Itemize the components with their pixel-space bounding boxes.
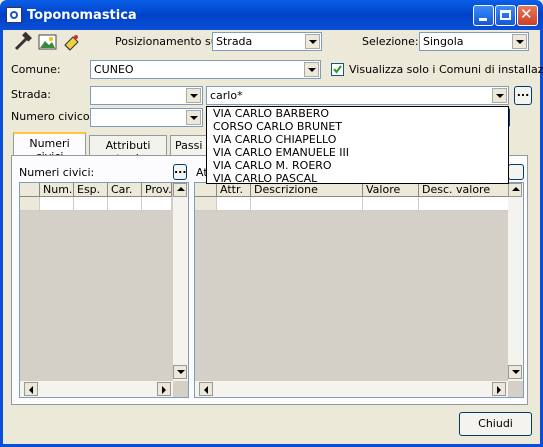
numero-label: Numero civico: <box>11 110 94 123</box>
strada-dropdown-list[interactable]: VIA CARLO BARBERO CORSO CARLO BRUNET VIA… <box>206 106 509 185</box>
maximize-icon <box>500 10 511 20</box>
column-header[interactable]: Num. <box>40 183 74 197</box>
scroll-left-button[interactable] <box>199 382 213 396</box>
selection-value: Singola <box>423 35 464 48</box>
grid-cell[interactable] <box>142 197 172 211</box>
checkmark-icon <box>333 65 342 74</box>
arrow-right-icon <box>497 386 501 394</box>
scroll-down-button[interactable] <box>173 365 187 379</box>
strada-select[interactable] <box>90 86 203 105</box>
hammer-icon <box>14 31 32 51</box>
picture-icon <box>38 34 57 50</box>
eraser-icon <box>64 35 79 51</box>
minimize-button[interactable] <box>473 5 494 26</box>
dropdown-item[interactable]: VIA CARLO CHIAPELLO <box>207 133 508 146</box>
scroll-right-button[interactable] <box>157 382 171 396</box>
edit-tool-button[interactable] <box>60 31 83 53</box>
column-header[interactable]: Valore <box>363 183 419 197</box>
arrow-left-icon <box>29 386 33 394</box>
scroll-up-button[interactable] <box>173 183 187 197</box>
chevron-down-icon[interactable] <box>492 88 507 103</box>
scroll-down-button[interactable] <box>508 365 522 379</box>
positioning-select[interactable]: Strada <box>212 32 322 51</box>
horizontal-scrollbar[interactable] <box>195 381 508 397</box>
column-header[interactable]: Prov. <box>142 183 172 197</box>
window-title: Toponomastica <box>27 8 137 23</box>
left-grid-title: Numeri civici: <box>19 166 95 179</box>
vertical-scrollbar[interactable] <box>508 183 523 381</box>
chevron-down-icon[interactable] <box>305 34 320 49</box>
dropdown-item[interactable]: VIA CARLO PASCAL <box>207 172 508 185</box>
app-icon <box>6 7 22 23</box>
row-header-corner <box>195 183 217 197</box>
positioning-label: Posizionamento su: <box>115 35 222 48</box>
column-header[interactable]: Descrizione <box>251 183 363 197</box>
tab-numeri-civici[interactable]: Numeri civici <box>13 132 86 163</box>
selection-label: Selezione: <box>362 35 419 48</box>
positioning-value: Strada <box>216 35 253 48</box>
arrow-down-icon <box>177 370 185 374</box>
arrow-up-icon <box>512 187 520 191</box>
arrow-up-icon <box>177 187 185 191</box>
close-button[interactable]: ✕ <box>517 5 538 26</box>
selection-select[interactable]: Singola <box>419 32 529 51</box>
close-icon: ✕ <box>520 5 533 23</box>
row-header <box>20 197 40 211</box>
chevron-down-icon[interactable] <box>512 34 527 49</box>
strada-search-value[interactable]: carlo* <box>210 89 243 102</box>
grid-cell[interactable] <box>74 197 108 211</box>
image-tool-button[interactable] <box>36 31 59 53</box>
dropdown-item[interactable]: VIA CARLO BARBERO <box>207 107 508 120</box>
chevron-down-icon[interactable] <box>304 62 319 77</box>
attributes-grid[interactable]: Attr. Descrizione Valore Desc. valore <box>194 182 524 398</box>
attributes-more-button[interactable] <box>508 164 524 180</box>
dropdown-item[interactable]: VIA CARLO M. ROERO <box>207 159 508 172</box>
vertical-scrollbar[interactable] <box>173 183 188 381</box>
column-header[interactable]: Esp. <box>74 183 108 197</box>
numeri-civici-more-button[interactable]: ... <box>173 164 187 180</box>
comune-label: Comune: <box>11 63 61 76</box>
horizontal-scrollbar[interactable] <box>20 381 173 397</box>
grid-cell[interactable] <box>251 197 363 211</box>
minimize-icon <box>479 18 487 21</box>
grid-cell[interactable] <box>419 197 509 211</box>
grid-cell[interactable] <box>217 197 251 211</box>
numeri-civici-grid[interactable]: Num. Esp. Car. Prov. <box>19 182 189 398</box>
row-header <box>195 197 217 211</box>
grid-cell[interactable] <box>40 197 74 211</box>
chevron-down-icon[interactable] <box>186 110 201 125</box>
comune-value: CUNEO <box>94 63 134 76</box>
scroll-up-button[interactable] <box>508 183 522 197</box>
strada-more-button[interactable]: ... <box>514 86 532 105</box>
arrow-left-icon <box>204 386 208 394</box>
arrow-right-icon <box>162 386 166 394</box>
tab-attributi-strada[interactable]: Attributi strada <box>89 135 167 165</box>
tab-passi[interactable]: Passi c <box>170 135 210 155</box>
grid-cell[interactable] <box>363 197 419 211</box>
column-header[interactable]: Attr. <box>217 183 251 197</box>
scroll-right-button[interactable] <box>492 382 506 396</box>
strada-label: Strada: <box>11 88 51 101</box>
comune-select[interactable]: CUNEO <box>90 60 321 79</box>
dropdown-item[interactable]: VIA CARLO EMANUELE III <box>207 146 508 159</box>
installation-comuni-checkbox[interactable] <box>331 63 344 76</box>
strada-search-combo[interactable]: carlo* <box>206 86 509 105</box>
maximize-button[interactable] <box>495 5 516 26</box>
chevron-down-icon[interactable] <box>186 88 201 103</box>
arrow-down-icon <box>512 370 520 374</box>
grid-cell[interactable] <box>108 197 142 211</box>
column-header[interactable]: Car. <box>108 183 142 197</box>
row-header-corner <box>20 183 40 197</box>
column-header[interactable]: Desc. valore <box>419 183 509 197</box>
numero-select[interactable] <box>90 108 203 127</box>
close-dialog-button[interactable]: Chiudi <box>459 412 532 436</box>
hammer-tool-button[interactable] <box>12 31 35 53</box>
scroll-left-button[interactable] <box>24 382 38 396</box>
installation-comuni-label: Visualizza solo i Comuni di installazion… <box>349 63 543 76</box>
dropdown-item[interactable]: CORSO CARLO BRUNET <box>207 120 508 133</box>
